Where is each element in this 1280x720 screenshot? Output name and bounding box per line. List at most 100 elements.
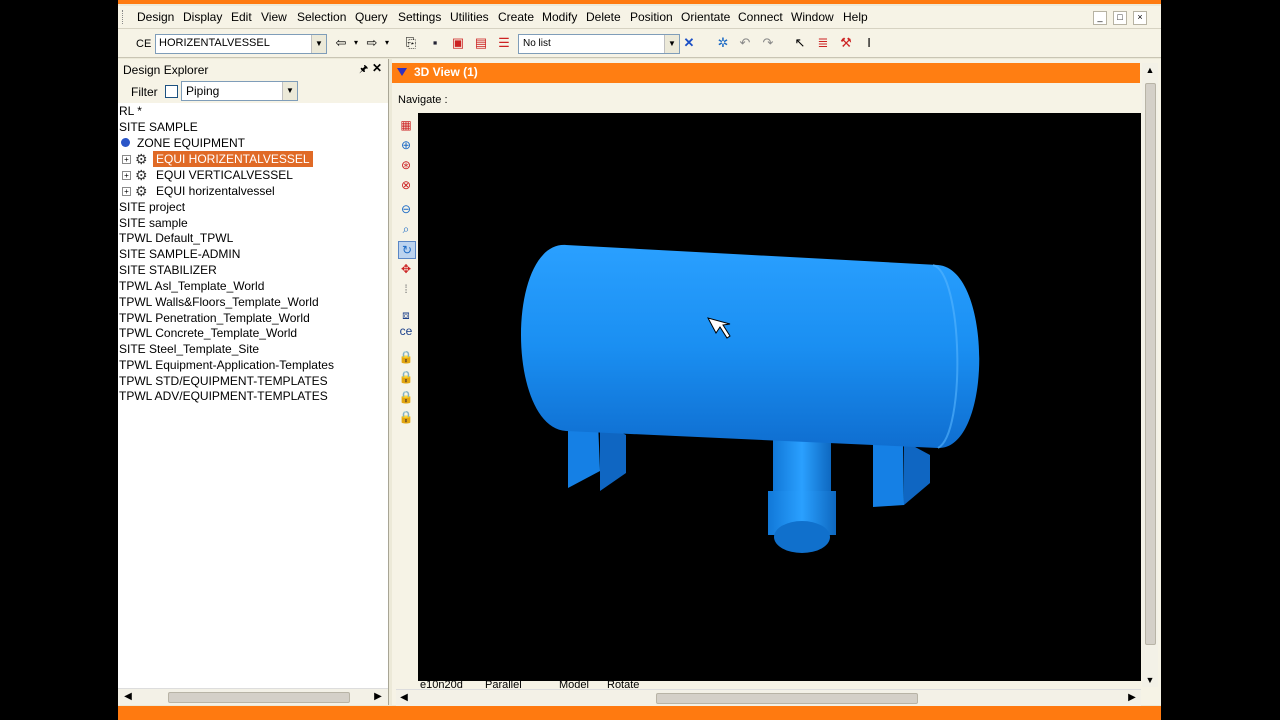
- view-menu-icon[interactable]: [397, 68, 407, 76]
- walk-icon[interactable]: ⁞: [398, 281, 414, 297]
- view-horizontal-scrollbar[interactable]: ◀ ▶: [396, 689, 1141, 706]
- redo-icon[interactable]: ↷: [760, 35, 776, 51]
- expand-icon[interactable]: +: [122, 155, 131, 164]
- pan-icon[interactable]: ✥: [398, 261, 414, 277]
- vessel-shell: [521, 244, 980, 449]
- menu-utilities[interactable]: Utilities: [450, 10, 489, 24]
- menu-create[interactable]: Create: [498, 10, 534, 24]
- scroll-left-icon[interactable]: ◀: [120, 689, 136, 705]
- lock-3-icon[interactable]: 🔒: [398, 389, 414, 405]
- scroll-left-icon[interactable]: ◀: [396, 690, 412, 706]
- menu-position[interactable]: Position: [630, 10, 673, 24]
- expand-icon[interactable]: +: [122, 171, 131, 180]
- text-cursor-icon[interactable]: I: [861, 35, 877, 51]
- menu-design[interactable]: Design: [137, 10, 174, 24]
- chevron-down-icon[interactable]: ▼: [282, 82, 297, 100]
- menu-edit[interactable]: Edit: [231, 10, 252, 24]
- back-dropdown-icon[interactable]: ▾: [348, 35, 364, 51]
- chevron-down-icon[interactable]: ▼: [311, 35, 326, 53]
- scroll-down-icon[interactable]: ▼: [1142, 673, 1158, 687]
- menu-connect[interactable]: Connect: [738, 10, 783, 24]
- layout-icon[interactable]: ▤: [473, 35, 489, 51]
- nozzle-end: [774, 521, 830, 553]
- menu-settings[interactable]: Settings: [398, 10, 441, 24]
- scroll-thumb[interactable]: [656, 693, 918, 704]
- tree-node-label: TPWL Asl_Template_World: [119, 279, 265, 293]
- tree-node-label: TPWL STD/EQUIPMENT-TEMPLATES: [119, 374, 328, 388]
- copy-icon[interactable]: ⎘: [403, 35, 419, 51]
- menu-window[interactable]: Window: [791, 10, 834, 24]
- ce-combo[interactable]: HORIZENTALVESSEL ▼: [155, 34, 327, 54]
- menu-view[interactable]: View: [261, 10, 287, 24]
- tree-node-label: SITE sample: [119, 216, 188, 230]
- save-icon[interactable]: ▪: [427, 35, 443, 51]
- tree-node-label: SITE SAMPLE: [119, 120, 198, 134]
- back-arrow-icon[interactable]: ⇦: [333, 35, 349, 51]
- 3d-viewport[interactable]: [418, 113, 1141, 681]
- scroll-right-icon[interactable]: ▶: [370, 689, 386, 705]
- filter-checkbox[interactable]: [165, 85, 178, 98]
- menu-delete[interactable]: Delete: [586, 10, 621, 24]
- zoom-limits-icon[interactable]: ⊛: [398, 157, 414, 173]
- scroll-thumb[interactable]: [168, 692, 350, 703]
- minimize-icon[interactable]: _: [1093, 11, 1107, 25]
- tree-node[interactable]: + ⚙ EQUI HORIZENTALVESSEL: [118, 151, 318, 167]
- magnify-icon[interactable]: ⌕: [398, 221, 414, 237]
- undo-icon[interactable]: ↶: [737, 35, 753, 51]
- tree-node-label: TPWL Equipment-Application-Templates: [119, 358, 334, 372]
- tree-node-label: TPWL Concrete_Template_World: [119, 326, 298, 340]
- menu-orientate[interactable]: Orientate: [681, 10, 730, 24]
- design-explorer: Design Explorer 🖈 ✕ Filter Piping ▼ RL *…: [118, 59, 389, 705]
- close-icon[interactable]: ×: [1133, 11, 1147, 25]
- tree-node[interactable]: + ⚙ EQUI VERTICALVESSEL: [118, 167, 318, 183]
- tree-node-label: TPWL Default_TPWL: [119, 231, 234, 245]
- menubar-grip[interactable]: [122, 10, 125, 24]
- tree-node[interactable]: + ⚙ EQUI horizentalvessel: [118, 183, 318, 199]
- forward-dropdown-icon[interactable]: ▾: [379, 35, 395, 51]
- restore-icon[interactable]: □: [1113, 11, 1127, 25]
- view-toolbar: ▦ ⊕ ⊛ ⊗ ⊖ ⌕ ↻ ✥ ⁞ ⧈ ce 🔒 🔒 🔒 🔒: [394, 117, 416, 497]
- tree-node-label: RL *: [119, 104, 142, 118]
- lock-1-icon[interactable]: 🔒: [398, 349, 414, 365]
- tree-node-label: TPWL ADV/EQUIPMENT-TEMPLATES: [119, 389, 328, 403]
- window-icon[interactable]: ▣: [450, 35, 466, 51]
- zoom-in-icon[interactable]: ⊕: [398, 137, 414, 153]
- tree-node-label: SITE STABILIZER: [119, 263, 217, 277]
- scroll-right-icon[interactable]: ▶: [1124, 690, 1140, 706]
- close-icon[interactable]: ✕: [372, 61, 382, 75]
- network-icon[interactable]: ✲: [715, 35, 731, 51]
- lock-2-icon[interactable]: 🔒: [398, 369, 414, 385]
- zone-icon: [121, 138, 130, 147]
- ce-view-icon[interactable]: ce: [398, 323, 414, 339]
- zoom-box-icon[interactable]: ▦: [398, 117, 414, 133]
- menu-modify[interactable]: Modify: [542, 10, 577, 24]
- lock-4-icon[interactable]: 🔒: [398, 409, 414, 425]
- explorer-title: Design Explorer: [123, 63, 209, 77]
- zoom-out-icon[interactable]: ⊖: [398, 201, 414, 217]
- scroll-up-icon[interactable]: ▲: [1142, 63, 1158, 77]
- explorer-horizontal-scrollbar[interactable]: ◀ ▶: [118, 688, 388, 705]
- clip-box-icon[interactable]: ⧈: [398, 307, 414, 323]
- list-combo[interactable]: No list ▼: [518, 34, 680, 54]
- chevron-down-icon[interactable]: ▼: [664, 35, 679, 53]
- pointer-icon[interactable]: ↖: [792, 35, 808, 51]
- rotate-icon[interactable]: ↻: [398, 241, 416, 259]
- filter-combo[interactable]: Piping ▼: [181, 81, 298, 101]
- view-vertical-scrollbar[interactable]: ▲ ▼: [1142, 63, 1158, 687]
- menu-query[interactable]: Query: [355, 10, 388, 24]
- list-icon[interactable]: ☰: [496, 35, 512, 51]
- expand-icon[interactable]: +: [122, 187, 131, 196]
- menu-selection[interactable]: Selection: [297, 10, 346, 24]
- stack-icon[interactable]: ≣: [815, 35, 831, 51]
- menu-help[interactable]: Help: [843, 10, 868, 24]
- pin-icon[interactable]: 🖈: [359, 62, 368, 79]
- tools-icon[interactable]: ⚒: [838, 35, 854, 51]
- tree-node[interactable]: ZONE EQUIPMENT: [118, 135, 278, 151]
- scroll-thumb[interactable]: [1145, 83, 1156, 645]
- zoom-selection-icon[interactable]: ⊗: [398, 177, 414, 193]
- forward-arrow-icon[interactable]: ⇨: [364, 35, 380, 51]
- ce-value: HORIZENTALVESSEL: [159, 37, 270, 49]
- menu-display[interactable]: Display: [183, 10, 222, 24]
- clear-icon[interactable]: ✕: [681, 35, 697, 51]
- tree-node-label: SITE Steel_Template_Site: [119, 342, 260, 356]
